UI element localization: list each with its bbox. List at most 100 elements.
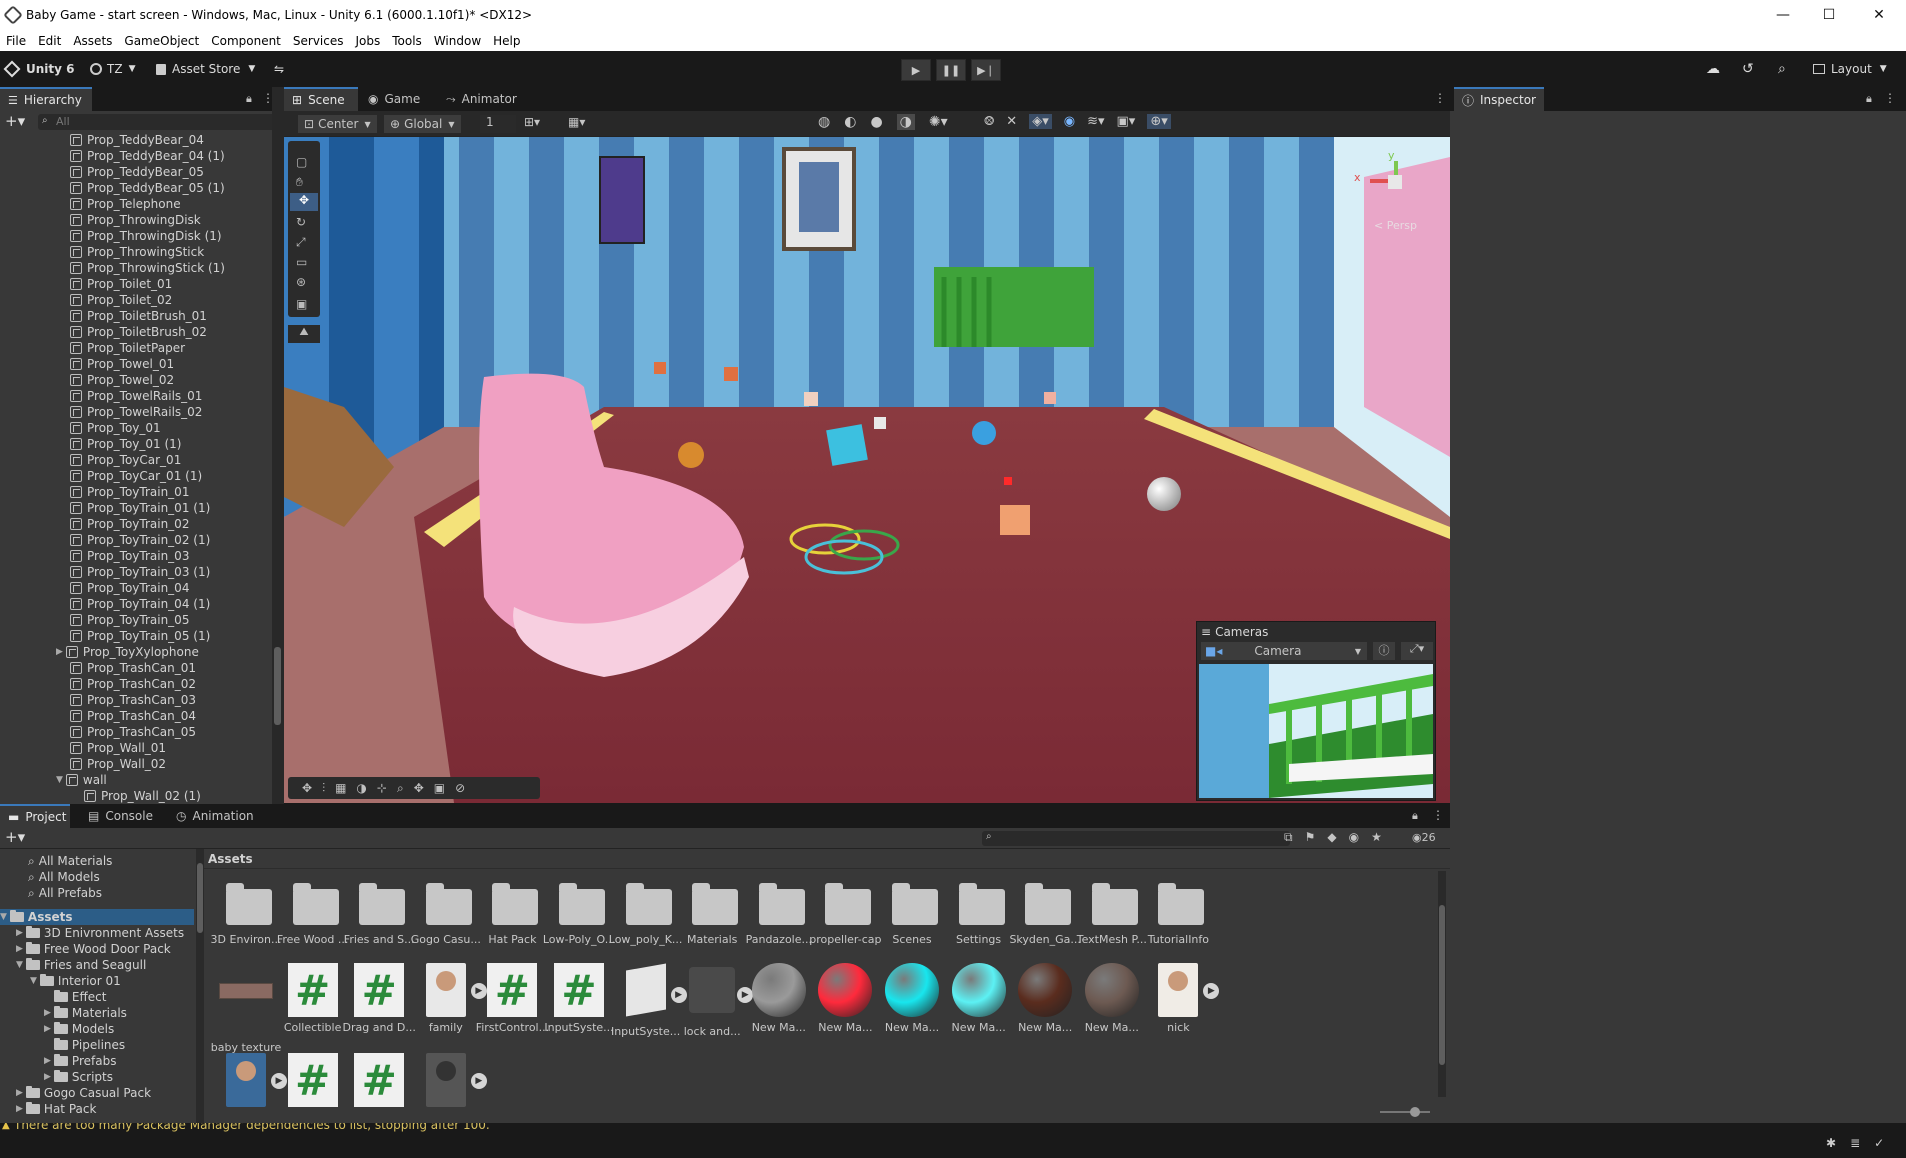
asset-grid-scrollbar[interactable] <box>1438 871 1446 1097</box>
grid-size-input[interactable]: 1 <box>480 115 516 133</box>
expand-right-icon[interactable]: ▶ <box>56 647 63 657</box>
slider-handle[interactable] <box>1410 1107 1420 1117</box>
zoom-icon[interactable]: ⌕ <box>397 781 404 796</box>
hierarchy-list[interactable]: Prop_TeddyBear_04 Prop_TeddyBear_04 (1) Pr… <box>0 132 272 804</box>
hierarchy-item[interactable]: Prop_ToyTrain_03 (1) <box>70 564 210 580</box>
space-dropdown[interactable]: ⊕ Global ▼ <box>384 115 461 133</box>
shaded-wireframe-icon[interactable]: ◐ <box>844 114 856 130</box>
asset-item[interactable]: TutorialInfo <box>1140 875 1216 946</box>
play-button[interactable]: ▶ <box>901 59 931 81</box>
camera-settings-icon[interactable]: ▣▾ <box>1117 114 1136 129</box>
asset-item[interactable]: 3D Environ... <box>208 875 284 946</box>
scrollbar-thumb[interactable] <box>274 647 281 725</box>
menu-help[interactable]: Help <box>487 34 526 48</box>
version-control-icon[interactable]: ⇋ <box>274 59 284 79</box>
expand-icon[interactable]: ▼ <box>30 976 37 986</box>
history-icon[interactable]: ↺ <box>1742 59 1754 79</box>
expand-icon[interactable]: ▶ <box>16 944 23 954</box>
hierarchy-item[interactable]: Prop_ToyTrain_04 <box>70 580 189 596</box>
hierarchy-item[interactable]: Prop_ThrowingDisk <box>70 212 201 228</box>
hierarchy-scrollbar[interactable] <box>272 87 284 804</box>
lock-icon[interactable]: 🔒︎ <box>246 92 252 106</box>
asset-item[interactable]: ▶ <box>408 1053 487 1107</box>
unity-account-menu[interactable]: Unity 6 <box>3 59 75 79</box>
camera-view-options-icon[interactable]: ⤢▾ <box>1401 642 1433 660</box>
add-icon[interactable]: +▾ <box>5 828 25 846</box>
asset-item[interactable]: # <box>275 1053 351 1107</box>
tab-game[interactable]: ◉ Game <box>360 87 436 111</box>
asset-item[interactable]: ▶ nick <box>1140 963 1220 1034</box>
wireframe-icon[interactable]: ◍ <box>818 114 830 130</box>
gizmos-icon[interactable]: ⊕▾ <box>1147 114 1171 129</box>
expand-play-icon[interactable]: ▶ <box>470 1073 487 1089</box>
view-tool-icon[interactable]: ▢ <box>296 155 307 169</box>
hierarchy-item[interactable]: Prop_Wall_02 <box>70 756 166 772</box>
hierarchy-item[interactable]: Prop_ToyTrain_04 (1) <box>70 596 210 612</box>
expand-icon[interactable]: ▶ <box>44 1024 51 1034</box>
asset-item[interactable]: baby texture <box>208 963 284 1054</box>
asset-item[interactable]: # FirstControl... <box>474 963 550 1034</box>
asset-item[interactable]: ▶ InputSyste... <box>608 963 687 1038</box>
hierarchy-item[interactable]: Prop_ThrowingStick <box>70 244 204 260</box>
folder-tree-item[interactable]: ▼ Assets <box>0 909 194 925</box>
tag-icon[interactable]: ◆ <box>1327 830 1336 845</box>
audio-mute-icon[interactable]: ⨷ <box>984 114 994 129</box>
hierarchy-item[interactable]: Prop_ToyTrain_05 (1) <box>70 628 210 644</box>
maximize-button[interactable]: ☐ <box>1806 0 1852 30</box>
scrollbar-thumb[interactable] <box>1439 905 1445 1065</box>
info-icon[interactable]: ⓘ <box>1373 642 1395 660</box>
hierarchy-item[interactable]: Prop_ToyTrain_05 <box>70 612 189 628</box>
asset-item[interactable]: New Ma... <box>1074 963 1150 1034</box>
asset-item[interactable]: Gogo Casu... <box>408 875 484 946</box>
grid-toggle-icon[interactable]: ▦▾ <box>568 115 585 129</box>
menu-assets[interactable]: Assets <box>67 34 118 48</box>
eye-icon[interactable]: ◉ <box>1064 114 1075 129</box>
hierarchy-item[interactable]: Prop_ToyTrain_01 (1) <box>70 500 210 516</box>
project-tree-scrollbar[interactable] <box>196 849 204 1123</box>
hierarchy-item[interactable]: Prop_ThrowingDisk (1) <box>70 228 222 244</box>
hierarchy-item[interactable]: Prop_ToiletBrush_02 <box>70 324 207 340</box>
asset-item[interactable]: Pandazole... <box>741 875 817 946</box>
hierarchy-item[interactable]: Prop_TowelRails_01 <box>70 388 202 404</box>
custom-tool-icon[interactable]: ▣ <box>296 297 307 311</box>
record-icon[interactable]: ▣ <box>434 781 445 795</box>
more-options-icon[interactable]: ⋮ <box>1434 91 1446 105</box>
tab-scene[interactable]: ⊞ Scene <box>284 87 358 111</box>
account-dropdown[interactable]: TZ ▼ <box>90 59 135 79</box>
folder-tree-item[interactable]: ▶Effect <box>44 989 106 1005</box>
expand-icon[interactable]: ▶ <box>16 1088 23 1098</box>
pause-button[interactable]: ❚❚ <box>936 59 966 81</box>
move-gizmo-icon[interactable]: ✥ <box>302 781 312 795</box>
asset-item[interactable]: Hat Pack <box>474 875 550 946</box>
expand-icon[interactable]: ▶ <box>16 1104 23 1114</box>
lock-icon[interactable]: 🔒︎ <box>1412 809 1418 823</box>
folder-tree-item[interactable]: ▼ Interior 01 <box>30 973 121 989</box>
hierarchy-item[interactable]: Prop_ToyCar_01 <box>70 452 181 468</box>
navmesh-icon[interactable]: ⊹ <box>377 781 387 795</box>
hierarchy-item[interactable]: Prop_TrashCan_05 <box>70 724 196 740</box>
progress-icon[interactable]: ≣ <box>1850 1136 1860 1150</box>
asset-item[interactable]: # InputSyste... <box>541 963 617 1034</box>
asset-item[interactable]: Fries and S... <box>341 875 417 946</box>
tab-project[interactable]: ▬ Project <box>0 804 70 828</box>
hierarchy-item[interactable]: Prop_TeddyBear_05 <box>70 164 204 180</box>
hierarchy-item[interactable]: Prop_ToyTrain_02 <box>70 516 189 532</box>
hierarchy-item[interactable]: Prop_TrashCan_03 <box>70 692 196 708</box>
grid-icon[interactable]: ▦ <box>335 781 346 795</box>
folder-tree-item[interactable]: ▶ Materials <box>44 1005 127 1021</box>
asset-item[interactable]: New Ma... <box>941 963 1017 1034</box>
asset-item[interactable]: Low-Poly_O... <box>541 875 617 946</box>
filter-by-type-icon[interactable]: ⧉ <box>1284 830 1293 845</box>
rotate-tool-icon[interactable]: ↻ <box>296 215 306 229</box>
minimize-button[interactable]: — <box>1760 0 1806 30</box>
menu-file[interactable]: File <box>0 34 32 48</box>
hierarchy-item[interactable]: Prop_Wall_01 <box>70 740 166 756</box>
hierarchy-item[interactable]: Prop_ToyTrain_03 <box>70 548 189 564</box>
hierarchy-item[interactable]: Prop_Toilet_01 <box>70 276 172 292</box>
folder-tree-item[interactable]: ▶ Gogo Casual Pack <box>16 1085 151 1101</box>
asset-item[interactable]: New Ma... <box>1007 963 1083 1034</box>
folder-tree-item[interactable]: ▶Pipelines <box>44 1037 125 1053</box>
asset-item[interactable]: # <box>341 1053 417 1107</box>
favorite-item[interactable]: ⌕ All Prefabs <box>28 885 102 901</box>
expand-down-icon[interactable]: ▼ <box>56 775 63 785</box>
